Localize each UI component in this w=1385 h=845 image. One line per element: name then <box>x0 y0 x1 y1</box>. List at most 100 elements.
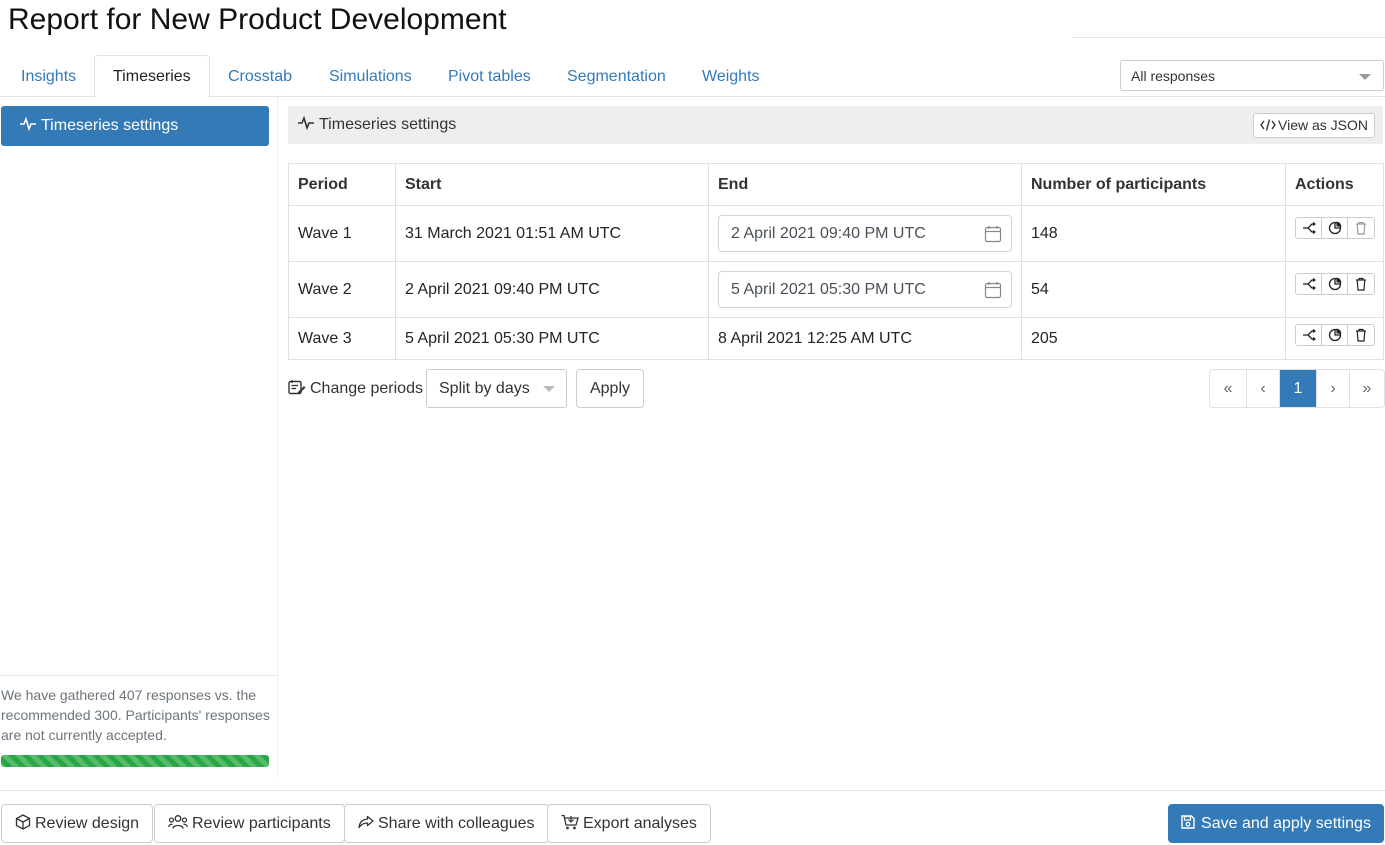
sidebar-item-label: Timeseries settings <box>41 117 179 134</box>
delete-period-button[interactable] <box>1348 274 1374 294</box>
period-cell: Wave 2 <box>288 261 396 318</box>
table-header-row: Period Start End Number of participants … <box>288 163 1384 206</box>
page-title: Report for New Product Development <box>8 3 507 36</box>
calendar-icon[interactable] <box>984 281 1002 299</box>
analyze-period-button[interactable] <box>1322 218 1348 238</box>
cart-icon <box>561 814 579 830</box>
panel-title-text: Timeseries settings <box>319 116 457 133</box>
share-label: Share with colleagues <box>378 815 535 832</box>
tab-timeseries[interactable]: Timeseries <box>94 55 210 98</box>
share-arrow-icon <box>358 815 374 828</box>
cube-icon <box>15 814 31 830</box>
responses-progress-bar <box>1 755 269 767</box>
panel-header: Timeseries settings View as JSON <box>288 106 1383 144</box>
row-actions <box>1295 273 1375 295</box>
trash-icon <box>1356 277 1366 291</box>
split-period-button[interactable] <box>1296 325 1322 345</box>
save-apply-label: Save and apply settings <box>1201 815 1371 832</box>
review-design-label: Review design <box>35 815 140 832</box>
start-cell: 31 March 2021 01:51 AM UTC <box>395 205 709 262</box>
calendar-icon[interactable] <box>984 225 1002 243</box>
split-mode-value: Split by days <box>439 380 530 397</box>
chevron-down-icon <box>1359 74 1371 80</box>
start-cell: 2 April 2021 09:40 PM UTC <box>395 261 709 318</box>
footer-divider <box>0 790 1385 791</box>
participants-cell: 205 <box>1021 317 1286 360</box>
review-participants-label: Review participants <box>192 815 331 832</box>
people-icon <box>168 814 188 829</box>
end-date-input[interactable]: 5 April 2021 05:30 PM UTC <box>718 271 1012 308</box>
col-header-end[interactable]: End <box>708 163 1022 206</box>
save-apply-button[interactable]: Save and apply settings <box>1168 804 1384 843</box>
table-row: Wave 2 2 April 2021 09:40 PM UTC 5 April… <box>288 261 1384 318</box>
trash-icon <box>1356 221 1366 235</box>
table-row: Wave 3 5 April 2021 05:30 PM UTC 8 April… <box>288 317 1384 360</box>
tab-simulations[interactable]: Simulations <box>310 55 431 97</box>
delete-period-button[interactable] <box>1348 218 1374 238</box>
tab-pivot-tables[interactable]: Pivot tables <box>429 55 550 97</box>
page-prev[interactable]: ‹ <box>1247 370 1280 407</box>
period-cell: Wave 1 <box>288 205 396 262</box>
end-cell: 8 April 2021 12:25 AM UTC <box>708 317 1022 360</box>
end-date-value: 2 April 2021 09:40 PM UTC <box>731 225 926 242</box>
share-button[interactable]: Share with colleagues <box>344 804 549 843</box>
sidebar: Timeseries settings We have gathered 407… <box>0 97 278 778</box>
tab-insights[interactable]: Insights <box>2 55 95 97</box>
title-divider <box>1072 37 1385 38</box>
split-mode-select[interactable]: Split by days <box>426 369 567 408</box>
view-json-button[interactable]: View as JSON <box>1253 113 1375 138</box>
review-design-button[interactable]: Review design <box>1 804 154 843</box>
progress-fill <box>1 755 269 767</box>
end-date-value: 5 April 2021 05:30 PM UTC <box>731 281 926 298</box>
sidebar-divider <box>0 675 277 676</box>
col-header-participants[interactable]: Number of participants <box>1021 163 1286 206</box>
delete-period-button[interactable] <box>1348 325 1374 345</box>
view-json-label: View as JSON <box>1278 117 1368 133</box>
activity-icon <box>298 115 314 131</box>
pie-chart-icon <box>1328 328 1341 342</box>
apply-button[interactable]: Apply <box>576 369 644 408</box>
actions-cell <box>1285 317 1384 360</box>
save-icon <box>1181 815 1195 829</box>
change-periods-label: Change periods <box>288 370 423 407</box>
review-participants-button[interactable]: Review participants <box>154 804 345 843</box>
split-icon <box>1302 222 1316 234</box>
split-icon <box>1302 329 1316 341</box>
col-header-period[interactable]: Period <box>288 163 396 206</box>
end-cell: 5 April 2021 05:30 PM UTC <box>708 261 1022 318</box>
responses-note: We have gathered 407 responses vs. the r… <box>1 687 270 743</box>
start-cell: 5 April 2021 05:30 PM UTC <box>395 317 709 360</box>
row-actions <box>1295 324 1375 346</box>
actions-cell <box>1285 261 1384 318</box>
pie-chart-icon <box>1328 277 1341 291</box>
analyze-period-button[interactable] <box>1322 325 1348 345</box>
code-icon <box>1260 119 1276 131</box>
sidebar-item-timeseries-settings[interactable]: Timeseries settings <box>1 106 269 146</box>
page-next[interactable]: › <box>1317 370 1350 407</box>
page-first[interactable]: « <box>1210 370 1247 407</box>
col-header-actions: Actions <box>1285 163 1384 206</box>
end-date-input[interactable]: 2 April 2021 09:40 PM UTC <box>718 215 1012 252</box>
responses-filter-value: All responses <box>1131 68 1216 84</box>
end-cell: 2 April 2021 09:40 PM UTC <box>708 205 1022 262</box>
page-current[interactable]: 1 <box>1280 370 1317 407</box>
tab-segmentation[interactable]: Segmentation <box>548 55 685 97</box>
chevron-down-icon <box>543 386 555 392</box>
col-header-start[interactable]: Start <box>395 163 709 206</box>
export-label: Export analyses <box>583 815 697 832</box>
tab-weights[interactable]: Weights <box>683 55 779 97</box>
tab-crosstab[interactable]: Crosstab <box>209 55 311 97</box>
participants-cell: 148 <box>1021 205 1286 262</box>
pagination: « ‹ 1 › » <box>1209 369 1385 408</box>
trash-icon <box>1356 328 1366 342</box>
export-button[interactable]: Export analyses <box>547 804 711 843</box>
panel-title: Timeseries settings <box>297 106 456 144</box>
responses-filter-select[interactable]: All responses <box>1120 60 1384 91</box>
page-last[interactable]: » <box>1350 370 1384 407</box>
activity-icon <box>20 116 36 132</box>
split-period-button[interactable] <box>1296 218 1322 238</box>
analyze-period-button[interactable] <box>1322 274 1348 294</box>
edit-calendar-icon <box>288 379 306 394</box>
split-period-button[interactable] <box>1296 274 1322 294</box>
actions-cell <box>1285 205 1384 262</box>
